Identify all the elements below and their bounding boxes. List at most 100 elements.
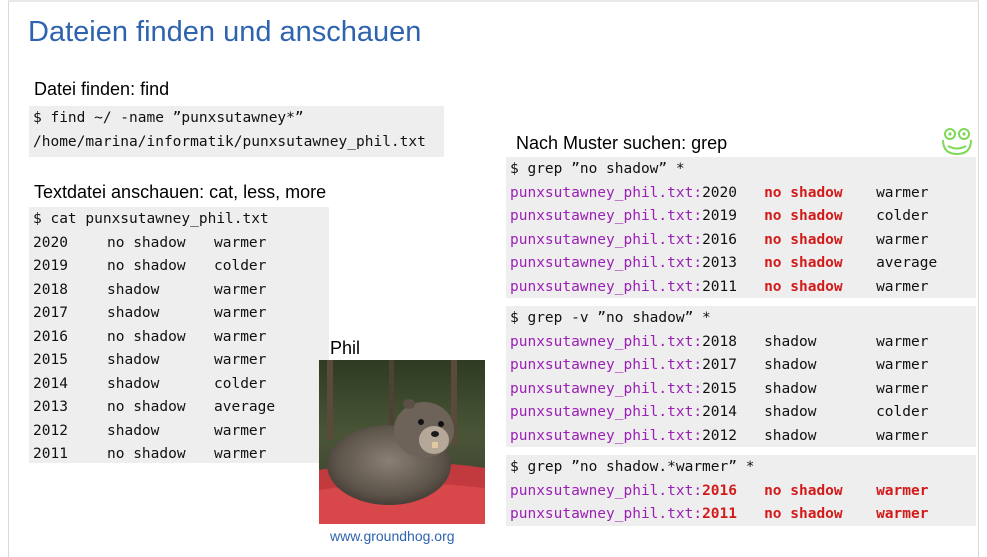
weather-cell: average [876, 255, 938, 271]
weather-cell: warmer [214, 328, 267, 345]
shadow-cell: no shadow [764, 231, 843, 248]
shadow-cell: no shadow [107, 234, 186, 251]
cat-output-row: 2015 shadow warmer [33, 349, 329, 373]
weather-cell: colder [876, 404, 929, 420]
find-result-line: /home/marina/informatik/punxsutawney_phi… [33, 133, 426, 150]
weather-cell: colder [214, 258, 267, 274]
cat-heading: Textdatei anschauen: cat, less, more [34, 182, 327, 202]
grep-match-row: punxsutawney_phil.txt: 2014 shadow colder [510, 401, 976, 425]
shadow-cell: no shadow [107, 399, 186, 415]
weather-cell: warmer [876, 427, 929, 444]
year-cell: 2016 [33, 328, 68, 345]
grep-match-row: punxsutawney_phil.txt: 2018 shadow warmer [510, 331, 976, 355]
cat-output-row: 2019 no shadow colder [33, 255, 329, 279]
year-cell: 2014 [33, 375, 68, 392]
shadow-cell: shadow [764, 357, 817, 373]
photo-source-link[interactable]: www.groundhog.org [330, 528, 455, 544]
filename-cell: punxsutawney_phil.txt: [510, 380, 703, 397]
filename-cell: punxsutawney_phil.txt: [510, 184, 703, 201]
filename-cell: punxsutawney_phil.txt: [510, 208, 703, 224]
year-cell: 2012 [33, 422, 68, 439]
weather-cell: colder [214, 375, 267, 392]
shadow-cell: shadow [764, 380, 817, 397]
weather-cell: warmer [876, 278, 929, 295]
weather-cell: warmer [214, 446, 267, 462]
grep-match-row: punxsutawney_phil.txt: 2016 no shadow warme… [510, 480, 976, 504]
year-cell: 2013 [702, 255, 737, 271]
year-cell: 2019 [702, 208, 737, 224]
groundhog-illustration [319, 360, 485, 524]
weather-cell: warmer [214, 234, 267, 251]
frog-logo-icon [940, 127, 974, 157]
grep-block-3: $ grep ”no shadow.*warmer” * punxsutawne… [506, 455, 976, 526]
find-command-line: $ find ~/ -name ”punxsutawney*” [33, 110, 304, 126]
year-cell: 2013 [33, 399, 68, 415]
year-cell: 2018 [33, 281, 68, 298]
weather-cell: warmer [214, 305, 267, 321]
weather-cell: warmer [876, 231, 929, 248]
weather-cell: colder [876, 208, 929, 224]
filename-cell: punxsutawney_phil.txt: [510, 404, 703, 420]
grep-heading: Nach Muster suchen: grep [516, 133, 728, 153]
weather-cell: warmer [876, 506, 929, 522]
top-divider [8, 0, 979, 2]
weather-cell: warmer [214, 281, 267, 298]
filename-cell: punxsutawney_phil.txt: [510, 278, 703, 295]
grep-match-row: punxsutawney_phil.txt: 2017 shadow warmer [510, 354, 976, 378]
year-cell: 2016 [702, 482, 737, 499]
grep-command-line: $ grep ”no shadow.*warmer” * [510, 459, 755, 475]
weather-cell: warmer [876, 380, 929, 397]
weather-cell: warmer [214, 422, 267, 439]
filename-cell: punxsutawney_phil.txt: [510, 506, 703, 522]
year-cell: 2011 [33, 446, 68, 462]
weather-cell: average [214, 399, 276, 415]
cat-output-row: 2020 no shadow warmer [33, 232, 329, 256]
grep-match-row: punxsutawney_phil.txt: 2013 no shadow avera… [510, 252, 976, 276]
shadow-cell: no shadow [107, 446, 186, 462]
year-cell: 2016 [702, 231, 737, 248]
shadow-cell: no shadow [764, 506, 843, 522]
year-cell: 2020 [33, 234, 68, 251]
cat-output-row: 2018 shadow warmer [33, 279, 329, 303]
year-cell: 2011 [702, 506, 737, 522]
filename-cell: punxsutawney_phil.txt: [510, 427, 703, 444]
shadow-cell: shadow [107, 281, 160, 298]
grep-match-row: punxsutawney_phil.txt: 2019 no shadow colde… [510, 205, 976, 229]
cat-output-row: 2013 no shadow average [33, 396, 329, 420]
year-cell: 2015 [33, 352, 68, 368]
year-cell: 2019 [33, 258, 68, 274]
cat-command-line: $ cat punxsutawney_phil.txt [33, 211, 269, 227]
filename-cell: punxsutawney_phil.txt: [510, 231, 703, 248]
groundhog-photo [319, 360, 485, 524]
shadow-cell: shadow [764, 404, 817, 420]
find-heading: Datei finden: find [34, 79, 170, 99]
shadow-cell: no shadow [764, 482, 843, 499]
shadow-cell: shadow [764, 333, 817, 350]
grep-match-row: punxsutawney_phil.txt: 2015 shadow warmer [510, 378, 976, 402]
find-code-block: $ find ~/ -name ”punxsutawney*” /home/ma… [29, 106, 444, 157]
shadow-cell: no shadow [107, 258, 186, 274]
grep-match-row: punxsutawney_phil.txt: 2016 no shadow warme… [510, 229, 976, 253]
year-cell: 2020 [702, 184, 737, 201]
cat-output-row: 2014 shadow colder [33, 373, 329, 397]
weather-cell: warmer [876, 482, 929, 499]
filename-cell: punxsutawney_phil.txt: [510, 255, 703, 271]
shadow-cell: shadow [107, 352, 160, 368]
weather-cell: warmer [876, 333, 929, 350]
grep-block-1: $ grep ”no shadow” * punxsutawney_phil.t… [506, 157, 976, 298]
cat-output-row: 2012 shadow warmer [33, 420, 329, 444]
shadow-cell: no shadow [107, 328, 186, 345]
shadow-cell: shadow [107, 375, 160, 392]
year-cell: 2017 [702, 357, 737, 373]
slide-title: Dateien finden und anschauen [28, 16, 422, 48]
grep-block-2: $ grep -v ”no shadow” * punxsutawney_phi… [506, 306, 976, 447]
year-cell: 2012 [702, 427, 737, 444]
cat-output-row: 2017 shadow warmer [33, 302, 329, 326]
cat-code-block: $ cat punxsutawney_phil.txt 2020 no shado… [29, 207, 329, 463]
shadow-cell: shadow [107, 305, 160, 321]
cat-output-row: 2011 no shadow warmer [33, 443, 329, 467]
year-cell: 2011 [702, 278, 737, 295]
weather-cell: warmer [876, 357, 929, 373]
year-cell: 2017 [33, 305, 68, 321]
grep-match-row: punxsutawney_phil.txt: 2011 no shadow warme… [510, 276, 976, 300]
